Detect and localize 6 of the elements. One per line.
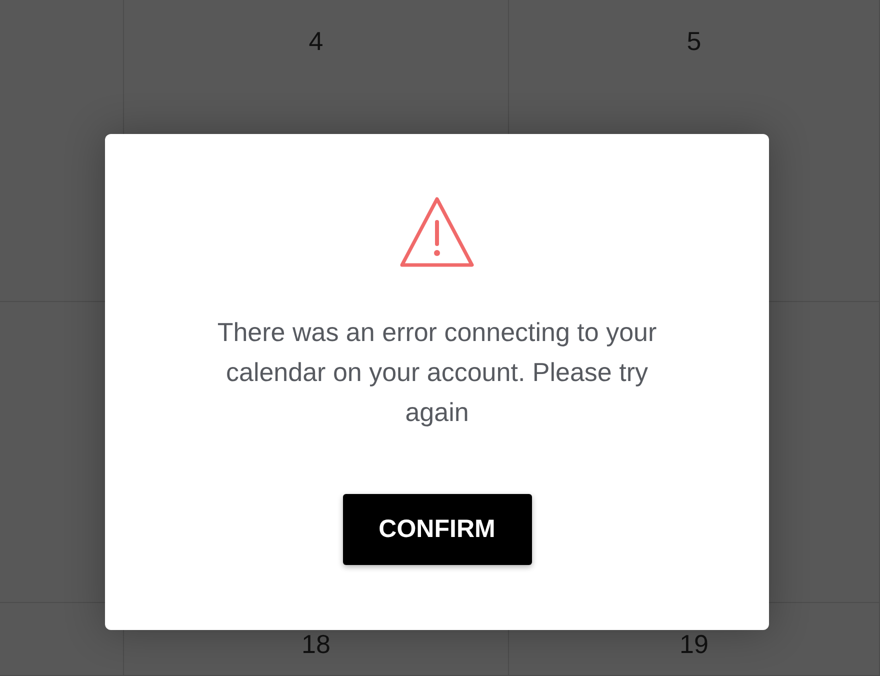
day-number: 18 — [302, 629, 330, 659]
day-number: 4 — [308, 26, 324, 56]
day-number: 5 — [686, 26, 702, 56]
day-number: 19 — [680, 629, 708, 659]
confirm-button[interactable]: CONFIRM — [342, 494, 532, 565]
error-message: There was an error connecting to your calendar on your account. Please try again — [216, 316, 658, 429]
